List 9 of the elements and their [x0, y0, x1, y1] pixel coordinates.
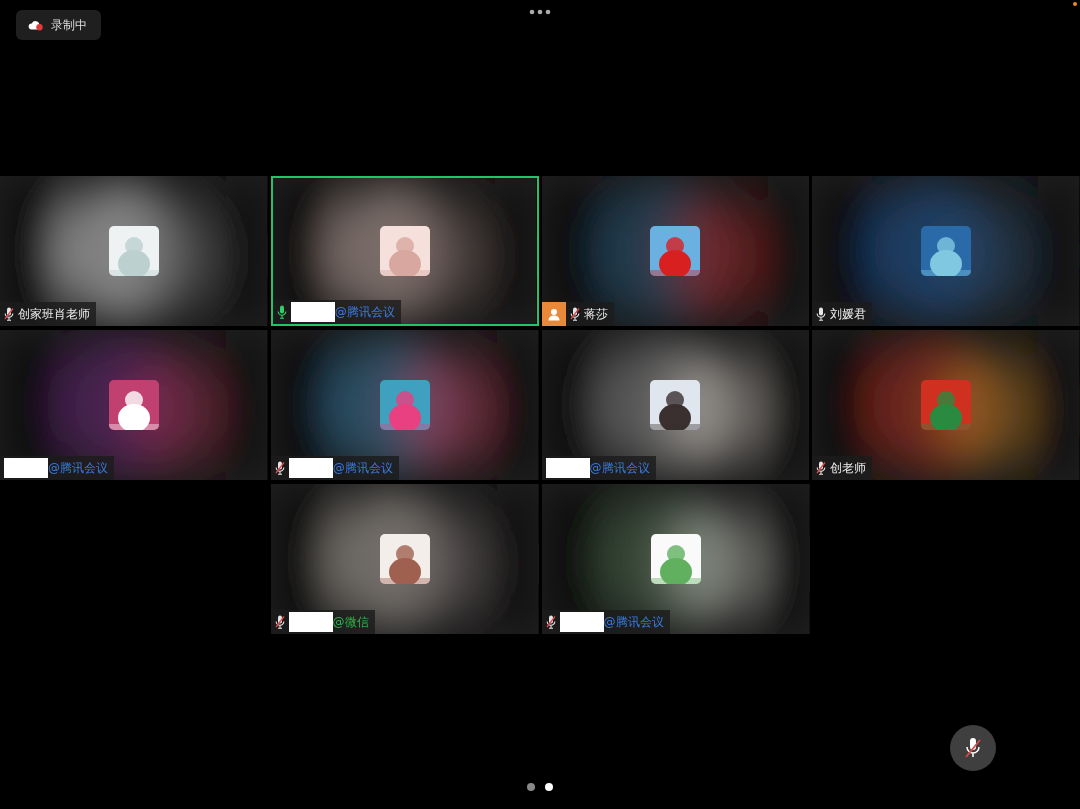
- more-icon[interactable]: [529, 9, 551, 15]
- mute-button[interactable]: [950, 725, 996, 771]
- status-dot: [1073, 2, 1077, 6]
- cloud-recording-icon: [28, 19, 44, 31]
- recording-label: 录制中: [51, 16, 87, 34]
- page-dot[interactable]: [545, 783, 553, 791]
- page-dot[interactable]: [527, 783, 535, 791]
- muted-mic-icon: [965, 737, 981, 759]
- recording-indicator[interactable]: 录制中: [16, 10, 101, 40]
